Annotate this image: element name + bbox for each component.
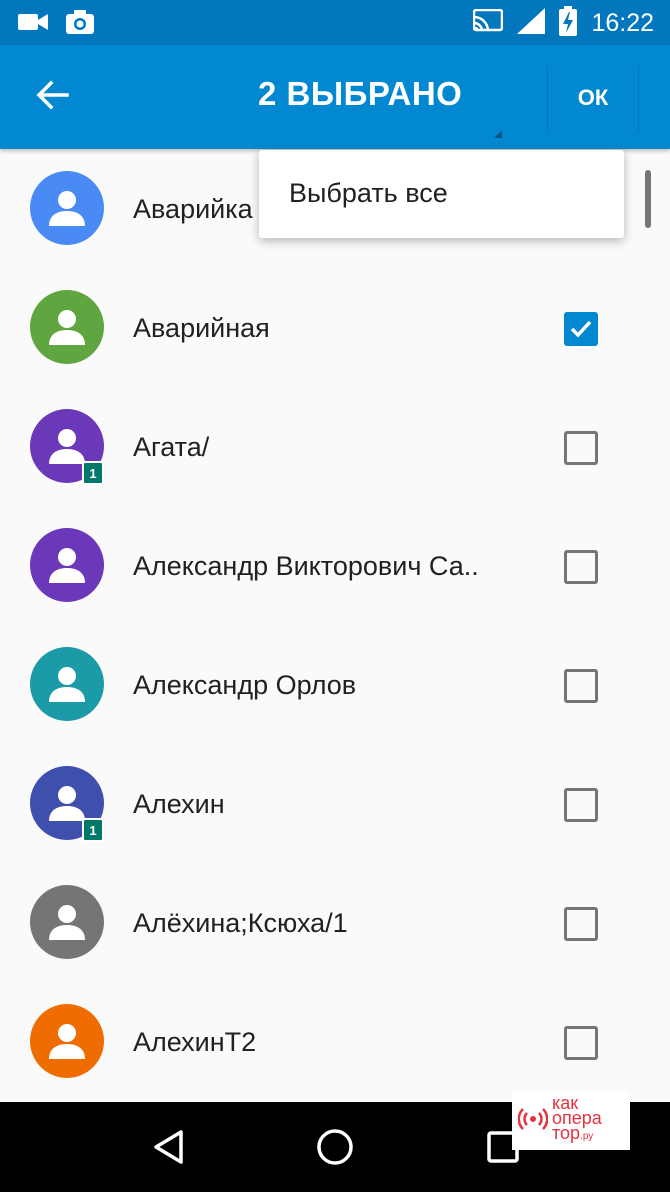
back-triangle-icon bbox=[154, 1130, 183, 1164]
spinner-indicator-icon bbox=[494, 130, 502, 138]
avatar bbox=[30, 885, 104, 959]
status-time: 16:22 bbox=[591, 9, 654, 37]
divider bbox=[638, 65, 639, 131]
sim-badge: 1 bbox=[82, 818, 104, 842]
contact-name: Алёхина;Ксюха/1 bbox=[133, 908, 348, 938]
contact-name: Александр Орлов bbox=[133, 670, 357, 700]
select-all-menu-item[interactable]: Выбрать все bbox=[289, 178, 448, 209]
ok-button[interactable]: ОК bbox=[548, 65, 638, 131]
contact-row[interactable]: Александр Орлов bbox=[0, 625, 670, 744]
contact-name: Алехин bbox=[133, 789, 225, 819]
person-icon bbox=[49, 191, 85, 226]
back-button[interactable] bbox=[30, 75, 74, 119]
person-icon bbox=[49, 667, 85, 702]
contact-row[interactable]: АлехинТ2 bbox=[0, 982, 670, 1101]
battery-charging-icon bbox=[559, 6, 578, 41]
nav-home-button[interactable] bbox=[314, 1126, 356, 1168]
contact-checkbox[interactable] bbox=[564, 431, 598, 465]
person-icon bbox=[49, 429, 85, 464]
person-icon bbox=[49, 786, 85, 821]
watermark-line: тор bbox=[552, 1123, 581, 1143]
avatar bbox=[30, 528, 104, 602]
contact-row[interactable]: Александр Викторович Са.. bbox=[0, 506, 670, 625]
nav-back-button[interactable] bbox=[148, 1126, 190, 1168]
watermark-text: как опера тор.ру bbox=[552, 1094, 602, 1144]
watermark-logo: как опера тор.ру bbox=[512, 1092, 630, 1150]
contact-name: АлехинТ2 bbox=[133, 1027, 257, 1057]
person-icon bbox=[49, 1024, 85, 1059]
contact-checkbox[interactable] bbox=[564, 550, 598, 584]
status-bar: 16:22 bbox=[0, 0, 670, 45]
person-icon bbox=[49, 310, 85, 345]
arrow-back-icon bbox=[35, 80, 69, 115]
avatar bbox=[30, 290, 104, 364]
app-bar: 2 ВЫБРАНО ОК bbox=[0, 45, 670, 149]
contact-checkbox[interactable] bbox=[564, 669, 598, 703]
contact-name: Агата/ bbox=[133, 432, 210, 462]
contact-name: Аварийка bbox=[133, 194, 253, 224]
sim-badge: 1 bbox=[82, 461, 104, 485]
person-icon bbox=[49, 905, 85, 940]
contact-row[interactable]: 1 Алехин bbox=[0, 744, 670, 863]
video-camera-icon bbox=[18, 12, 48, 37]
contact-checkbox[interactable] bbox=[564, 1026, 598, 1060]
overflow-menu: Выбрать все bbox=[259, 150, 624, 238]
check-icon bbox=[570, 320, 592, 338]
contact-row[interactable]: 1 Агата/ bbox=[0, 387, 670, 506]
avatar bbox=[30, 647, 104, 721]
contact-name: Аварийная bbox=[133, 313, 270, 343]
scrollbar[interactable] bbox=[645, 170, 651, 228]
selection-title: 2 ВЫБРАНО bbox=[258, 75, 463, 112]
person-icon bbox=[49, 548, 85, 583]
contact-row[interactable]: Аварийная bbox=[0, 268, 670, 387]
signal-logo-icon bbox=[518, 1108, 548, 1130]
contact-checkbox[interactable] bbox=[564, 788, 598, 822]
contact-name: Александр Викторович Са.. bbox=[133, 551, 479, 581]
contact-row[interactable]: Алёхина;Ксюха/1 bbox=[0, 863, 670, 982]
contact-checkbox[interactable] bbox=[564, 312, 598, 346]
watermark-line-wrap: тор.ру bbox=[552, 1123, 602, 1144]
contact-checkbox[interactable] bbox=[564, 907, 598, 941]
avatar bbox=[30, 1004, 104, 1078]
cast-icon bbox=[473, 8, 504, 38]
signal-icon bbox=[517, 8, 546, 39]
home-circle-icon bbox=[317, 1129, 353, 1165]
avatar bbox=[30, 171, 104, 245]
camera-icon bbox=[66, 10, 94, 39]
watermark-suffix: .ру bbox=[580, 1131, 594, 1142]
